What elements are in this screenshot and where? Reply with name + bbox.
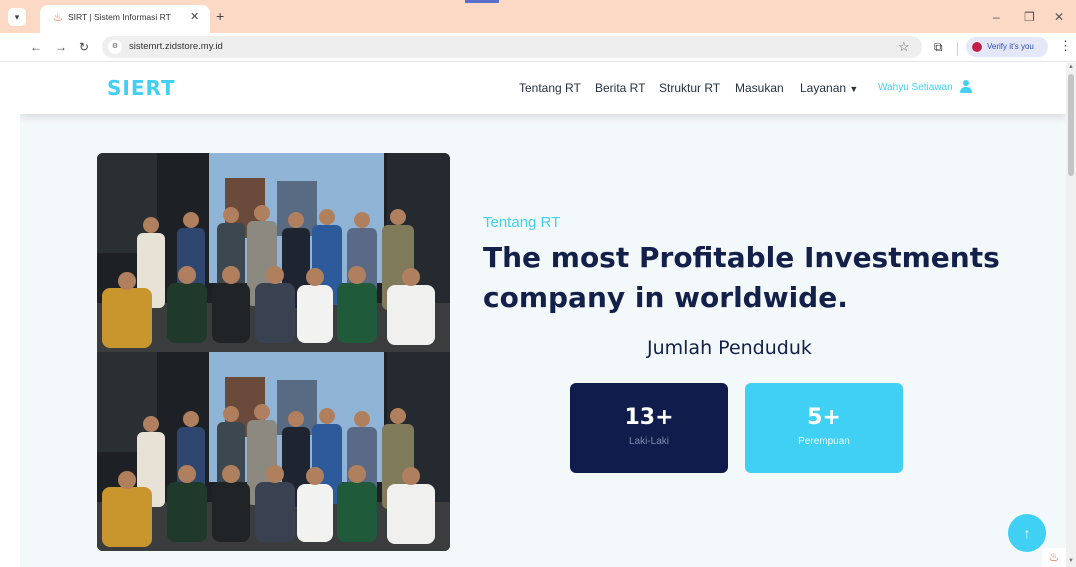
profile-chip[interactable]: Verify it's you (966, 37, 1048, 57)
restore-icon[interactable]: ❐ (1024, 10, 1035, 24)
arrow-left-icon[interactable]: ← (30, 40, 42, 54)
site-navbar: SIERT Tentang RT Berita RT Struktur RT M… (20, 63, 1066, 114)
group-photo-illustration (97, 352, 450, 551)
nav-layanan-label: Layanan (800, 81, 847, 95)
stat-value-female: 5+ (807, 405, 841, 430)
page-viewport: SIERT Tentang RT Berita RT Struktur RT M… (20, 63, 1066, 567)
browser-tab[interactable]: ♨ SIRT | Sistem Informasi RT ✕ (40, 5, 210, 33)
scrollbar-thumb[interactable] (1068, 74, 1074, 176)
user-name-link[interactable]: Wahyu Setiawan (878, 82, 953, 93)
section-eyebrow: Tentang RT (483, 214, 561, 231)
chevron-down-icon: ▼ (849, 84, 859, 94)
chevron-down-icon: ▾ (14, 12, 20, 22)
stat-card-male: 13+ Laki-Laki (570, 383, 728, 473)
population-title: Jumlah Penduduk (647, 337, 812, 359)
scroll-up-arrow-icon[interactable]: ▲ (1068, 64, 1074, 70)
flame-icon[interactable]: ♨ (1042, 548, 1066, 567)
browser-toolbar: ← → ↻ ⚙ sistemrt.zidstore.my.id ☆ (0, 33, 1076, 62)
minimize-icon[interactable]: – (993, 10, 1000, 24)
group-photo-top (97, 153, 450, 352)
kebab-icon[interactable]: ⋮ (1059, 39, 1072, 53)
url-text: sistemrt.zidstore.my.id (129, 41, 223, 52)
stat-label-male: Laki-Laki (628, 436, 670, 447)
nav-layanan[interactable]: Layanan ▼ (800, 81, 858, 95)
arrow-right-icon[interactable]: → (55, 40, 67, 54)
tab-title: SIRT | Sistem Informasi RT (68, 12, 171, 22)
nav-struktur-rt[interactable]: Struktur RT (659, 81, 720, 95)
nav-masukan[interactable]: Masukan (735, 81, 784, 95)
group-photo-bottom (97, 352, 450, 551)
stat-label-female: Perempuan (798, 436, 850, 447)
flame-icon: ♨ (53, 12, 63, 24)
nav-tentang-rt[interactable]: Tentang RT (519, 81, 581, 95)
close-window-icon[interactable]: ✕ (1054, 10, 1064, 24)
star-icon[interactable]: ☆ (898, 39, 910, 54)
puzzle-icon[interactable]: ⧉ (934, 40, 943, 54)
plus-icon[interactable]: + (216, 8, 224, 24)
browser-tab-bar: ▾ ♨ SIRT | Sistem Informasi RT ✕ + – ❐ ✕ (0, 0, 1076, 33)
site-logo[interactable]: SIERT (107, 76, 176, 100)
scroll-down-arrow-icon[interactable]: ▼ (1068, 558, 1074, 564)
tune-icon[interactable]: ⚙ (108, 40, 122, 54)
close-icon[interactable]: ✕ (190, 10, 199, 24)
hero-headline: The most Profitable Investments company … (483, 241, 1000, 314)
profile-chip-label: Verify it's you (987, 42, 1034, 51)
back-to-top-button[interactable]: ↑ (1008, 514, 1046, 552)
stat-value-male: 13+ (624, 405, 674, 430)
tab-search-button[interactable]: ▾ (8, 8, 26, 26)
stat-card-female: 5+ Perempuan (745, 383, 903, 473)
address-bar[interactable]: ⚙ sistemrt.zidstore.my.id ☆ (102, 36, 922, 58)
avatar (971, 41, 983, 53)
reload-icon[interactable]: ↻ (79, 40, 89, 54)
tab-indicator (465, 0, 499, 3)
nav-berita-rt[interactable]: Berita RT (595, 81, 645, 95)
group-photo-illustration (97, 153, 450, 352)
user-icon[interactable] (960, 80, 972, 94)
toolbar-divider (957, 42, 958, 56)
arrow-up-icon: ↑ (1023, 525, 1031, 541)
